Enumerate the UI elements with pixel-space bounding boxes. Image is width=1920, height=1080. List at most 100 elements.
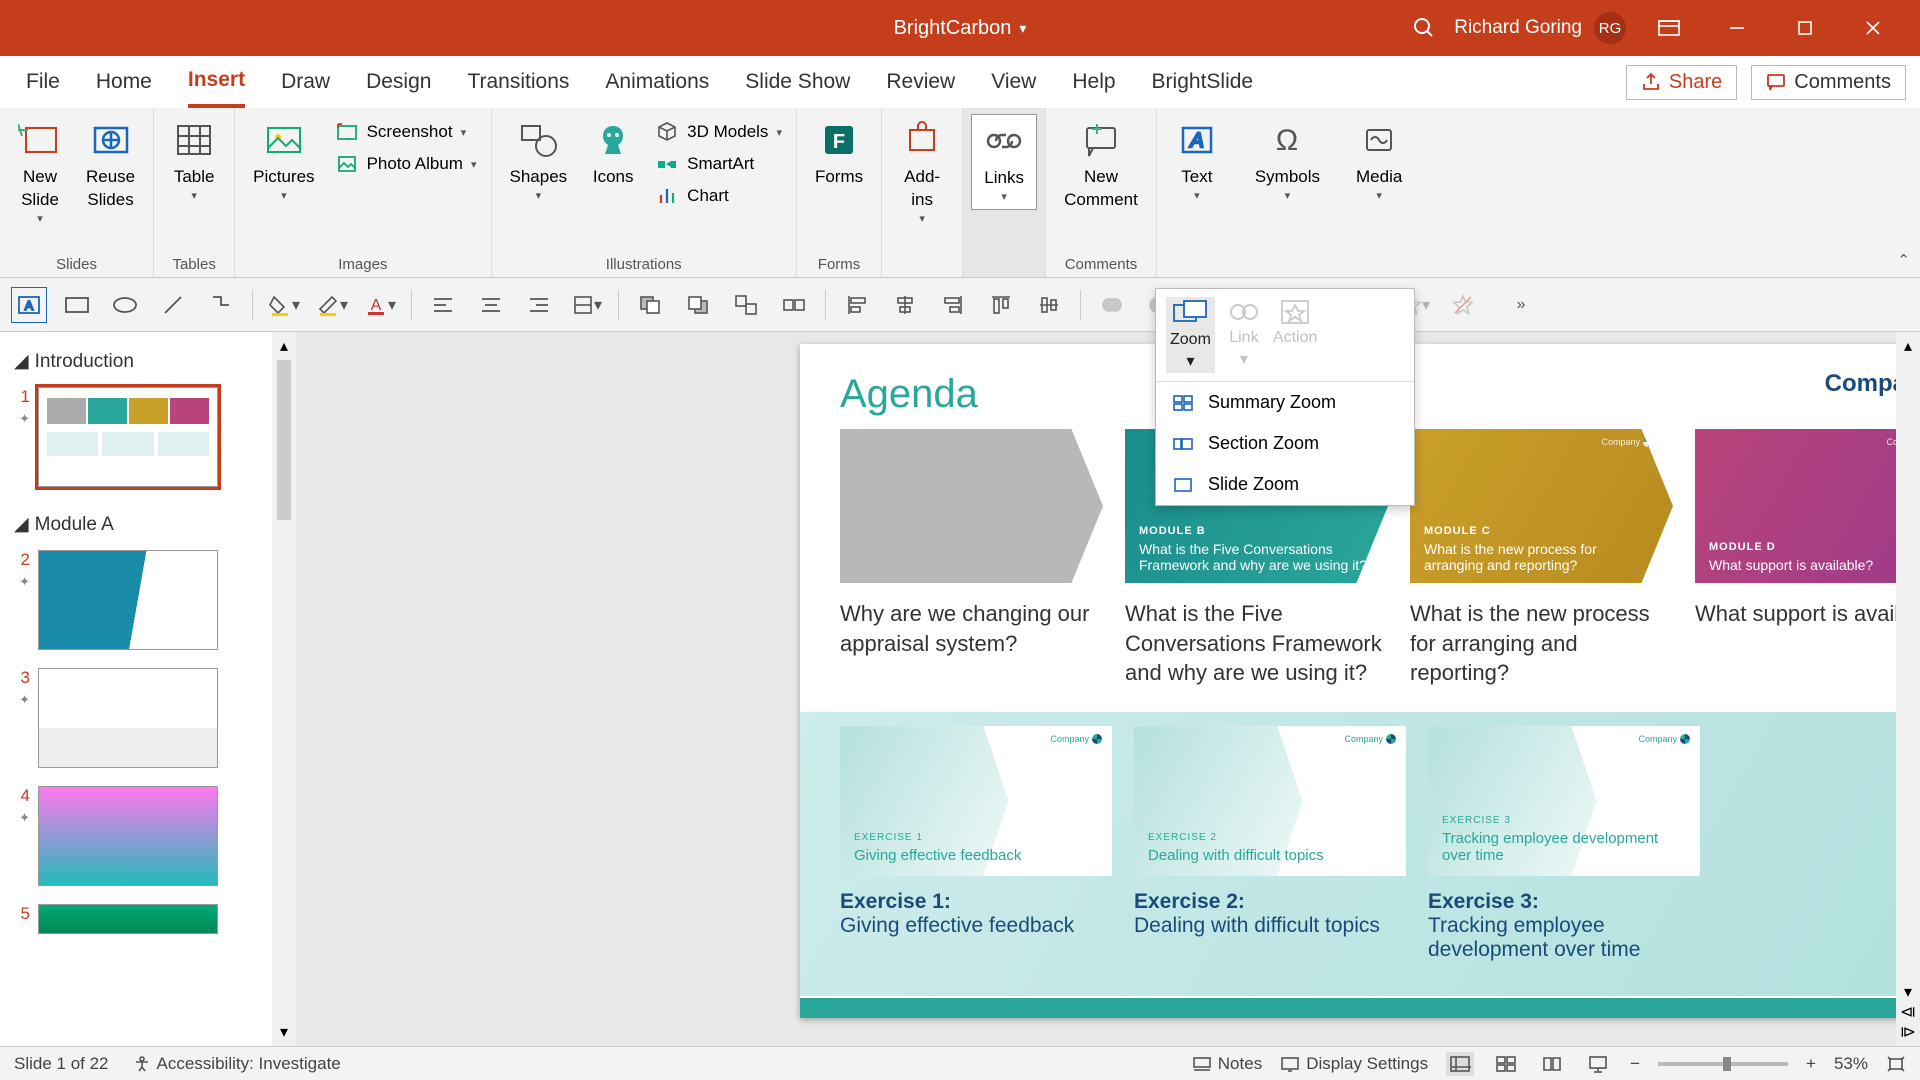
tab-brightslide[interactable]: BrightSlide — [1152, 58, 1254, 106]
prev-slide-icon[interactable]: ⧏ — [1900, 1002, 1916, 1022]
zoom-header-button[interactable]: Zoom ▾ — [1166, 297, 1215, 373]
links-button[interactable]: Links ▾ — [971, 114, 1037, 210]
align-left-icon[interactable] — [426, 288, 460, 322]
connector-tool-icon[interactable] — [204, 288, 238, 322]
tab-transitions[interactable]: Transitions — [467, 58, 569, 106]
align-objects-middle-icon[interactable] — [1032, 288, 1066, 322]
tab-view[interactable]: View — [991, 58, 1036, 106]
merge-shapes-icon[interactable] — [1095, 288, 1129, 322]
overflow-icon[interactable]: » — [1504, 288, 1538, 322]
thumbnail-image-4[interactable] — [38, 786, 218, 886]
shapes-button[interactable]: Shapes ▾ — [500, 114, 578, 208]
icons-button[interactable]: Icons — [581, 114, 645, 193]
sorter-view-icon[interactable] — [1492, 1052, 1520, 1076]
section-zoom-item[interactable]: Section Zoom — [1156, 423, 1414, 464]
canvas-scrollbar[interactable]: ▴ ▾ ⧏ ⧐ — [1896, 332, 1920, 1046]
tab-draw[interactable]: Draw — [281, 58, 330, 106]
font-color-icon[interactable]: A▾ — [363, 288, 397, 322]
3d-models-button[interactable]: 3D Models ▾ — [655, 120, 782, 144]
pictures-button[interactable]: Pictures ▾ — [243, 114, 324, 208]
zoom-slider-knob[interactable] — [1723, 1057, 1731, 1071]
scroll-thumb[interactable] — [277, 360, 291, 520]
notes-button[interactable]: Notes — [1192, 1054, 1262, 1074]
tab-design[interactable]: Design — [366, 58, 431, 106]
share-button[interactable]: Share — [1626, 65, 1737, 100]
slideshow-view-icon[interactable] — [1584, 1052, 1612, 1076]
align-objects-center-icon[interactable] — [888, 288, 922, 322]
new-comment-button[interactable]: New Comment — [1054, 114, 1148, 216]
slide-canvas-area[interactable]: Agenda Company Why are we changing our a… — [296, 332, 1920, 1046]
section-module-a[interactable]: ◢Module A — [10, 505, 262, 544]
slide-counter[interactable]: Slide 1 of 22 — [14, 1054, 109, 1074]
display-settings-button[interactable]: Display Settings — [1280, 1054, 1428, 1074]
close-icon[interactable] — [1848, 12, 1898, 44]
thumbnail-4[interactable]: 4✦ — [10, 786, 262, 886]
chart-button[interactable]: Chart — [655, 184, 782, 208]
title-dropdown-icon[interactable]: ▾ — [1019, 20, 1026, 37]
align-objects-top-icon[interactable] — [984, 288, 1018, 322]
agenda-card-4[interactable]: CompanyMODULE DWhat support is available… — [1695, 429, 1920, 688]
tab-home[interactable]: Home — [96, 58, 152, 106]
group-icon[interactable] — [729, 288, 763, 322]
fill-color-icon[interactable]: ▾ — [267, 288, 301, 322]
document-title[interactable]: BrightCarbon ▾ — [894, 17, 1027, 40]
thumbnail-5[interactable]: 5 — [10, 904, 262, 934]
section-introduction[interactable]: ◢Introduction — [10, 342, 262, 381]
zoom-out-button[interactable]: − — [1630, 1054, 1640, 1074]
textbox-tool-icon[interactable]: A — [12, 288, 46, 322]
action-header-button[interactable]: Action — [1273, 297, 1317, 373]
media-button[interactable]: Media ▾ — [1346, 114, 1412, 208]
exercise-card-2[interactable]: CompanyEXERCISE 2Dealing with difficult … — [1134, 726, 1406, 962]
tab-review[interactable]: Review — [886, 58, 955, 106]
line-tool-icon[interactable] — [156, 288, 190, 322]
text-button[interactable]: A Text ▾ — [1165, 114, 1229, 208]
collapse-ribbon-icon[interactable]: ⌃ — [1897, 251, 1910, 269]
align-objects-right-icon[interactable] — [936, 288, 970, 322]
forms-button[interactable]: F Forms — [805, 114, 873, 193]
symbols-button[interactable]: Ω Symbols ▾ — [1245, 114, 1330, 208]
tab-slideshow[interactable]: Slide Show — [745, 58, 850, 106]
exercise-card-1[interactable]: CompanyEXERCISE 1Giving effective feedba… — [840, 726, 1112, 962]
thumbnail-2[interactable]: 2✦ — [10, 550, 262, 650]
star-remove-icon[interactable] — [1446, 288, 1480, 322]
minimize-icon[interactable] — [1712, 12, 1762, 44]
user-account[interactable]: Richard Goring RG — [1454, 12, 1626, 44]
align-center-icon[interactable] — [474, 288, 508, 322]
align-objects-left-icon[interactable] — [840, 288, 874, 322]
align-right-icon[interactable] — [522, 288, 556, 322]
thumbnail-image-5[interactable] — [38, 904, 218, 934]
thumbnails-scrollbar[interactable]: ▴ ▾ — [272, 332, 296, 1046]
search-icon[interactable] — [1412, 16, 1436, 40]
agenda-card-1[interactable]: Why are we changing our appraisal system… — [840, 429, 1103, 688]
comments-button[interactable]: Comments — [1751, 65, 1906, 100]
scroll-down-icon[interactable]: ▾ — [1904, 982, 1912, 1002]
photo-album-button[interactable]: Photo Album ▾ — [335, 152, 477, 176]
rectangle-tool-icon[interactable] — [60, 288, 94, 322]
tab-file[interactable]: File — [26, 58, 60, 106]
collapse-section-icon[interactable]: ◢ — [14, 513, 29, 536]
next-slide-icon[interactable]: ⧐ — [1900, 1022, 1916, 1042]
link-header-button[interactable]: Link ▾ — [1225, 297, 1263, 373]
bring-forward-icon[interactable] — [633, 288, 667, 322]
accessibility-status[interactable]: Accessibility: Investigate — [133, 1054, 341, 1074]
tab-help[interactable]: Help — [1072, 58, 1115, 106]
scroll-up-icon[interactable]: ▴ — [280, 336, 288, 356]
summary-zoom-item[interactable]: Summary Zoom — [1156, 382, 1414, 423]
scroll-up-icon[interactable]: ▴ — [1904, 336, 1912, 356]
collapse-section-icon[interactable]: ◢ — [14, 350, 29, 373]
send-backward-icon[interactable] — [681, 288, 715, 322]
new-slide-button[interactable]: New Slide ▾ — [8, 114, 72, 231]
oval-tool-icon[interactable] — [108, 288, 142, 322]
tab-animations[interactable]: Animations — [605, 58, 709, 106]
addins-button[interactable]: Add- ins ▾ — [890, 114, 954, 231]
zoom-slider[interactable] — [1658, 1062, 1788, 1066]
zoom-percent[interactable]: 53% — [1834, 1054, 1868, 1074]
normal-view-icon[interactable] — [1446, 1052, 1474, 1076]
thumbnail-image-1[interactable] — [38, 387, 218, 487]
tab-insert[interactable]: Insert — [188, 56, 245, 108]
reading-view-icon[interactable] — [1538, 1052, 1566, 1076]
agenda-card-3[interactable]: CompanyMODULE CWhat is the new process f… — [1410, 429, 1673, 688]
exercise-card-3[interactable]: CompanyEXERCISE 3Tracking employee devel… — [1428, 726, 1700, 962]
thumbnail-image-2[interactable] — [38, 550, 218, 650]
thumbnail-1[interactable]: 1✦ — [10, 387, 262, 487]
